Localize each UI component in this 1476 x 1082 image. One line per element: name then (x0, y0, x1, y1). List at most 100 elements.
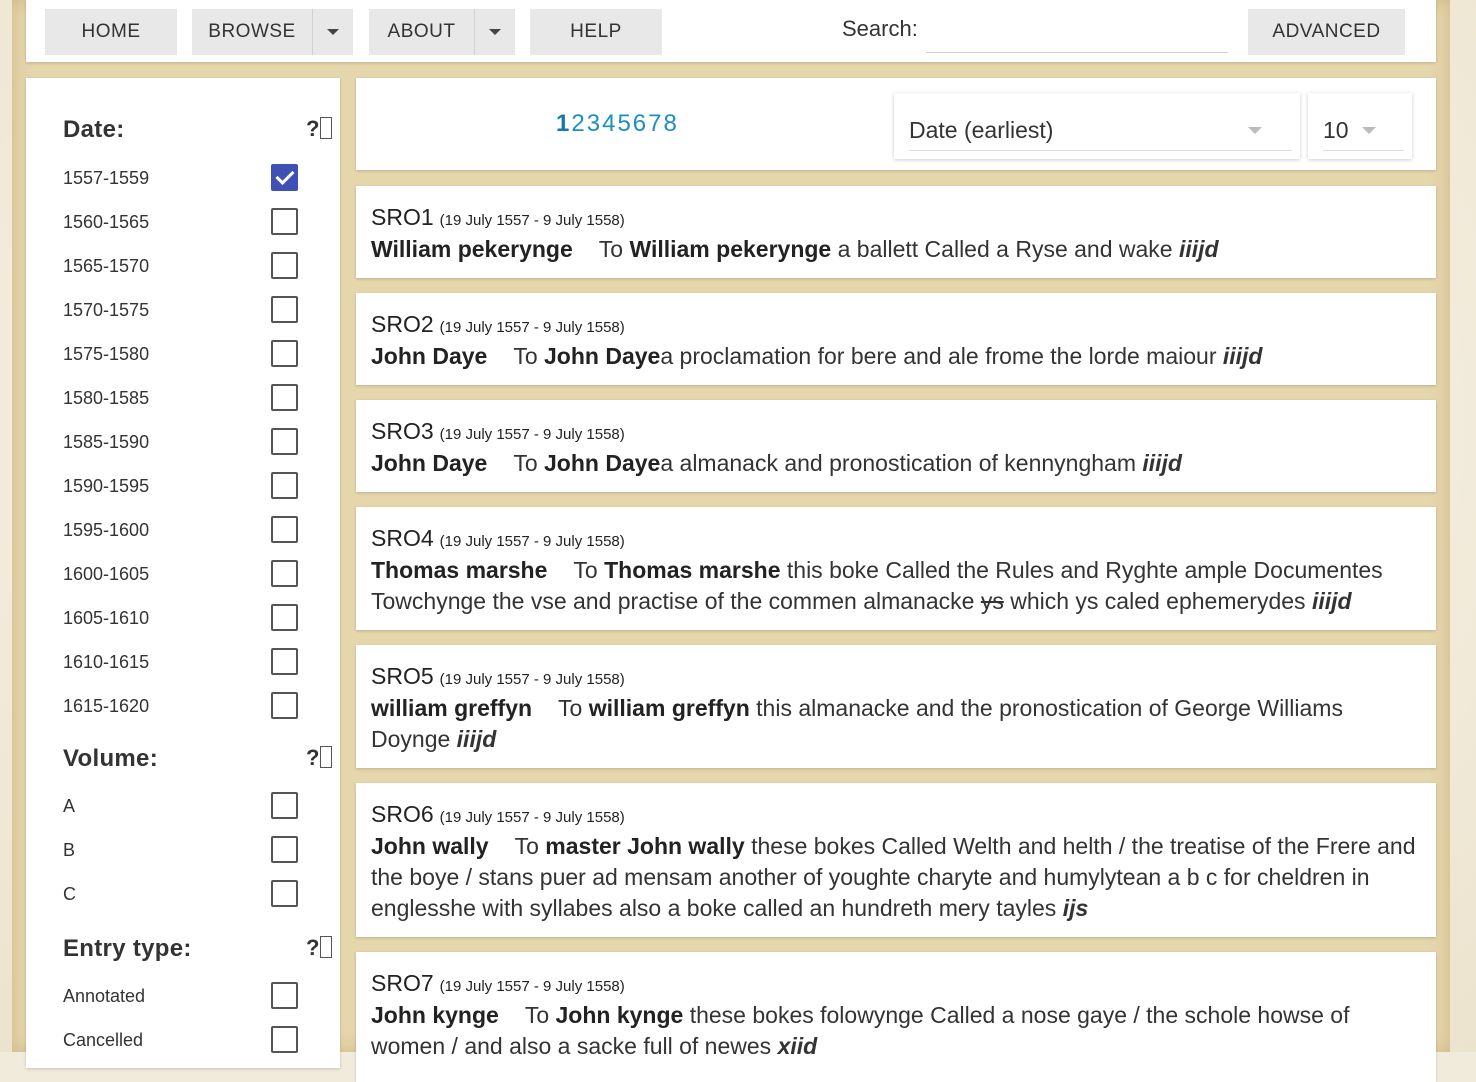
page-link[interactable]: 5 (617, 110, 632, 137)
facet-checkbox[interactable] (271, 208, 298, 235)
page-link[interactable]: 4 (602, 110, 617, 137)
per-page-select[interactable]: 10 (1308, 93, 1412, 159)
chevron-down-icon (1248, 127, 1262, 134)
entry-id[interactable]: SRO3 (371, 418, 434, 444)
facet-checkbox[interactable] (271, 560, 298, 587)
result-entry[interactable]: SRO4 (19 July 1557 - 9 July 1558) Thomas m… (356, 507, 1436, 630)
facet-checkbox[interactable] (271, 792, 298, 819)
facet-option[interactable]: 1605-1610 (63, 604, 323, 634)
facet-option[interactable]: 1595-1600 (63, 516, 323, 546)
entry-transcription: which ys caled ephemerydes (1003, 588, 1312, 614)
facet-option-label: 1585-1590 (63, 432, 150, 452)
facet-option-label: Cancelled (63, 1030, 144, 1050)
entry-date: (19 July 1557 - 9 July 1558) (439, 319, 625, 336)
result-entry[interactable]: SRO3 (19 July 1557 - 9 July 1558) John Day… (356, 400, 1436, 492)
page-link[interactable]: 1 (556, 110, 571, 137)
facet-checkbox[interactable] (271, 252, 298, 279)
facet-checkbox[interactable] (271, 1026, 298, 1053)
page-link[interactable]: 6 (633, 110, 648, 137)
facet-checkbox[interactable] (271, 340, 298, 367)
top-nav-bar: HOME BROWSE ABOUT HELP Search: ADVANCED (26, 0, 1436, 62)
search-input[interactable] (926, 12, 1228, 53)
facet-option[interactable]: Annotated (63, 982, 323, 1012)
advanced-button-label: ADVANCED (1272, 21, 1381, 42)
facet-sidebar: Date: ? 1557-1559 1560-1565 1565-1570 1570-… (26, 78, 340, 1068)
entry-text: William pekerynge To William pekerynge a … (371, 234, 1418, 265)
result-entry[interactable]: SRO7 (19 July 1557 - 9 July 1558) John kyn… (356, 952, 1436, 1082)
about-button[interactable]: ABOUT (369, 9, 515, 55)
entry-date: (19 July 1557 - 9 July 1558) (439, 809, 625, 826)
facet-option-label: 1600-1605 (63, 564, 150, 584)
facet-checkbox[interactable] (271, 164, 298, 191)
help-glyph: ? (306, 116, 320, 141)
advanced-search-button[interactable]: ADVANCED (1248, 9, 1405, 55)
entry-id[interactable]: SRO5 (371, 663, 434, 689)
browse-dropdown-toggle[interactable] (312, 9, 353, 55)
page-link[interactable]: 3 (587, 110, 602, 137)
entry-type-facet-title: Entry type: (63, 935, 192, 962)
entry-id[interactable]: SRO6 (371, 801, 434, 827)
facet-option[interactable]: 1557-1559 (63, 164, 323, 194)
facet-option[interactable]: 1565-1570 (63, 252, 323, 282)
facet-option[interactable]: 1600-1605 (63, 560, 323, 590)
facet-option[interactable]: B (63, 836, 323, 866)
entry-transcription: To (513, 450, 545, 476)
facet-checkbox[interactable] (271, 296, 298, 323)
facet-option[interactable]: 1580-1585 (63, 384, 323, 414)
entry-text: Thomas marshe To Thomas marshe this boke … (371, 555, 1418, 617)
date-facet-help[interactable]: ? (306, 116, 333, 142)
facet-option[interactable]: 1610-1615 (63, 648, 323, 678)
browse-button-label: BROWSE (208, 21, 296, 42)
help-glyph: ? (306, 745, 320, 770)
facet-option[interactable]: C (63, 880, 323, 910)
help-glyph: ? (306, 935, 320, 960)
entry-id[interactable]: SRO1 (371, 204, 434, 230)
result-entry[interactable]: SRO1 (19 July 1557 - 9 July 1558) William … (356, 186, 1436, 278)
browse-button[interactable]: BROWSE (192, 9, 353, 55)
entry-fee: xiid (777, 1033, 818, 1059)
volume-facet-help[interactable]: ? (306, 745, 333, 771)
facet-option-label: 1560-1565 (63, 212, 150, 232)
facet-option[interactable]: 1575-1580 (63, 340, 323, 370)
entry-type-facet-help[interactable]: ? (306, 935, 333, 961)
facet-checkbox[interactable] (271, 428, 298, 455)
entry-id[interactable]: SRO4 (371, 525, 434, 551)
page-link[interactable]: 7 (648, 110, 663, 137)
facet-option[interactable]: 1615-1620 (63, 692, 323, 722)
facet-checkbox[interactable] (271, 836, 298, 863)
facet-checkbox[interactable] (271, 692, 298, 719)
facet-checkbox[interactable] (271, 516, 298, 543)
search-label: Search: (842, 16, 918, 41)
facet-option[interactable]: 1560-1565 (63, 208, 323, 238)
sort-select[interactable]: Date (earliest) (894, 93, 1300, 159)
select-underline (1323, 150, 1404, 151)
about-dropdown-toggle[interactable] (474, 9, 515, 55)
facet-option[interactable]: 1590-1595 (63, 472, 323, 502)
facet-option-label: 1595-1600 (63, 520, 150, 540)
result-entry[interactable]: SRO5 (19 July 1557 - 9 July 1558) william … (356, 645, 1436, 768)
facet-checkbox[interactable] (271, 384, 298, 411)
facet-checkbox[interactable] (271, 604, 298, 631)
entry-person-name: William pekerynge (629, 236, 832, 262)
home-button[interactable]: HOME (45, 9, 177, 55)
entry-person-name: John Daye (544, 343, 661, 369)
facet-option[interactable]: 1570-1575 (63, 296, 323, 326)
entry-id[interactable]: SRO7 (371, 970, 434, 996)
facet-checkbox[interactable] (271, 472, 298, 499)
entry-text: John wally To master John wally these bok… (371, 831, 1418, 924)
result-entry[interactable]: SRO2 (19 July 1557 - 9 July 1558) John Day… (356, 293, 1436, 385)
page-link[interactable]: 2 (571, 110, 586, 137)
facet-checkbox[interactable] (271, 648, 298, 675)
facet-checkbox[interactable] (271, 982, 298, 1009)
facet-option[interactable]: A (63, 792, 323, 822)
entry-transcription: To (524, 1002, 556, 1028)
result-entry[interactable]: SRO6 (19 July 1557 - 9 July 1558) John wal… (356, 783, 1436, 937)
help-button[interactable]: HELP (530, 9, 662, 55)
page-link[interactable]: 8 (664, 110, 679, 137)
facet-checkbox[interactable] (271, 880, 298, 907)
facet-option[interactable]: 1585-1590 (63, 428, 323, 458)
entry-person-name: John Daye (544, 450, 661, 476)
volume-facet-title: Volume: (63, 745, 158, 772)
entry-header: SRO7 (19 July 1557 - 9 July 1558) (371, 970, 625, 997)
entry-id[interactable]: SRO2 (371, 311, 434, 337)
